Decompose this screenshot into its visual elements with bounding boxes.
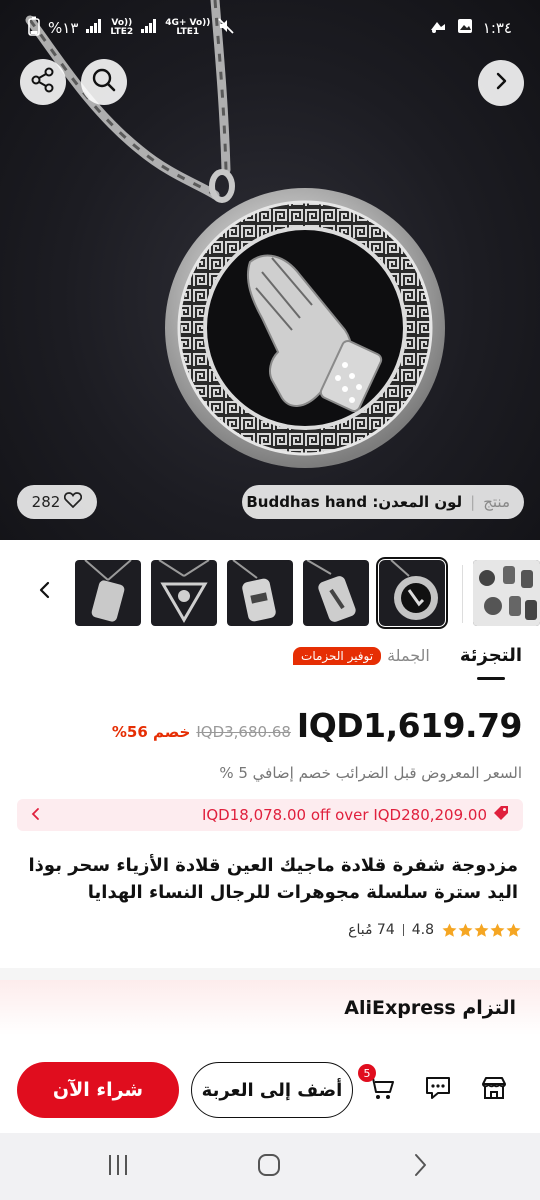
- product-title: مزدوجة شفرة قلادة ماجيك العين قلادة الأز…: [28, 855, 519, 903]
- variant-label: منتج: [483, 493, 510, 511]
- thumbnail-divider: [462, 565, 463, 623]
- share-button[interactable]: [20, 59, 66, 105]
- gallery-icon: [457, 18, 473, 38]
- tag-icon: [493, 805, 509, 825]
- add-to-cart-button[interactable]: أضف إلى العربة: [191, 1062, 353, 1118]
- thumbnail-item[interactable]: [303, 560, 369, 626]
- thumbnail-item[interactable]: [473, 560, 540, 626]
- forward-icon: [491, 71, 511, 95]
- product-image-gallery[interactable]: %١٣ Vo)) LTE2 4G+ Vo)) LTE1 ١:٣٤ 282 منت…: [0, 0, 540, 540]
- variant-divider: |: [470, 493, 476, 511]
- coupon-banner[interactable]: IQD18,078.00 off over IQD280,209.00: [17, 799, 523, 831]
- nav-recents-icon: [106, 1154, 130, 1180]
- tab-retail[interactable]: التجزئة: [460, 645, 522, 666]
- section-divider: [0, 968, 540, 980]
- thumbnail-item-selected[interactable]: [376, 557, 448, 629]
- heart-icon: [64, 492, 83, 512]
- original-price: IQD3,680.68: [196, 723, 291, 741]
- bulk-savings-badge: توفير الحزمات: [293, 646, 382, 665]
- rating-value: 4.8: [411, 922, 434, 938]
- nav-back-icon: [413, 1153, 427, 1181]
- tax-note: السعر المعروض قبل الضرائب خصم إضافي 5 %: [219, 764, 522, 782]
- buy-now-button[interactable]: شراء الآن: [17, 1062, 179, 1118]
- store-icon: [480, 1075, 508, 1105]
- current-price: IQD1,619.79: [296, 706, 523, 745]
- nav-recents-button[interactable]: [98, 1151, 138, 1183]
- nav-home-button[interactable]: [249, 1151, 289, 1183]
- network-lte1: 4G+ Vo)) LTE1: [165, 18, 211, 37]
- notification-icon: [429, 18, 447, 38]
- star-rating: [442, 923, 522, 938]
- mute-icon: [218, 18, 235, 38]
- aliexpress-commitment-section[interactable]: التزام AliExpress: [0, 980, 540, 1035]
- thumbnail-strip: [0, 555, 540, 629]
- thumbs-more-button[interactable]: [30, 577, 60, 607]
- tab-wholesale[interactable]: الجملة توفير الحزمات: [293, 646, 430, 665]
- search-button[interactable]: [81, 59, 127, 105]
- clock-time: ١:٣٤: [482, 19, 512, 37]
- stars-icon: [442, 923, 521, 937]
- nav-home-icon: [257, 1153, 281, 1181]
- coupon-content: IQD18,078.00 off over IQD280,209.00: [202, 805, 509, 825]
- cart-count-badge: 5: [358, 1064, 376, 1082]
- nav-back-button[interactable]: [400, 1151, 440, 1183]
- thumbnail-item[interactable]: [75, 560, 141, 626]
- share-icon: [30, 67, 56, 97]
- signal-icon: [141, 19, 157, 37]
- coupon-text: IQD18,078.00 off over IQD280,209.00: [201, 806, 487, 824]
- commitment-title: التزام AliExpress: [344, 997, 516, 1019]
- signal-icon: [86, 19, 102, 37]
- thumbnail-image: [390, 560, 438, 620]
- store-button[interactable]: [477, 1074, 511, 1106]
- forward-button[interactable]: [478, 60, 524, 106]
- thumbnail-item[interactable]: [151, 560, 217, 626]
- purchase-type-tabs: التجزئة الجملة توفير الحزمات: [293, 645, 522, 666]
- sold-count: 74 مُباع: [348, 922, 395, 938]
- likes-count: 282: [31, 493, 61, 511]
- system-navigation-bar: [0, 1133, 540, 1200]
- bottom-action-bar: شراء الآن أضف إلى العربة 5: [0, 1050, 540, 1132]
- status-bar: %١٣ Vo)) LTE2 4G+ Vo)) LTE1 ١:٣٤: [0, 0, 540, 56]
- variant-selector[interactable]: منتج | لون المعدن: Buddhas hand: [242, 485, 524, 519]
- thumbnail-image: [473, 560, 540, 626]
- rating-row[interactable]: 4.8 74 مُباع: [348, 922, 522, 938]
- price-row: IQD1,619.79 IQD3,680.68 خصم 56%: [111, 706, 523, 745]
- network-lte2: Vo)) LTE2: [110, 18, 134, 37]
- tab-wholesale-label: الجملة: [387, 646, 430, 665]
- chat-icon: [424, 1075, 452, 1105]
- status-left-group: %١٣ Vo)) LTE2 4G+ Vo)) LTE1: [28, 16, 235, 40]
- thumbnail-image: [306, 560, 356, 622]
- battery-percent: %١٣: [48, 19, 79, 37]
- chat-button[interactable]: [421, 1074, 455, 1106]
- search-icon: [91, 67, 117, 97]
- wishlist-button[interactable]: 282: [17, 485, 97, 519]
- thumbnail-image: [84, 560, 132, 622]
- cart-button[interactable]: 5: [358, 1064, 398, 1106]
- thumbnail-image: [232, 560, 276, 622]
- thumbnail-image: [158, 560, 210, 623]
- discount-badge: خصم 56%: [111, 723, 191, 741]
- chevron-left-icon: [31, 806, 41, 825]
- chevron-left-icon: [37, 581, 53, 603]
- battery-icon: [28, 16, 40, 40]
- variant-value: لون المعدن: Buddhas hand: [246, 493, 463, 511]
- rating-divider: [402, 924, 404, 936]
- thumbnail-item[interactable]: [227, 560, 293, 626]
- status-right-group: ١:٣٤: [429, 18, 512, 38]
